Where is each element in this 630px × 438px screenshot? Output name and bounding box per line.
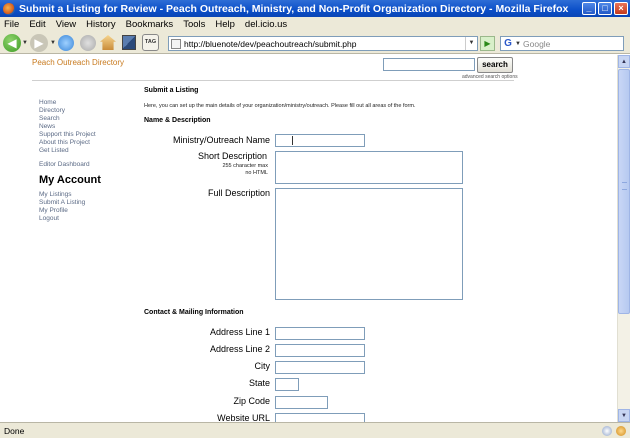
back-dropdown-icon[interactable]: ▼: [22, 40, 28, 46]
url-bar[interactable]: http://bluenote/dev/peachoutreach/submit…: [168, 36, 478, 51]
full-description-label: Full Description: [207, 188, 270, 198]
maximize-button[interactable]: □: [598, 2, 612, 15]
city-label: City: [254, 361, 271, 371]
reload-icon[interactable]: [58, 35, 74, 51]
section-contact-mailing: Contact & Mailing Information: [144, 309, 244, 316]
site-title-link[interactable]: Peach Outreach Directory: [32, 58, 124, 67]
address-line-1-input[interactable]: [275, 327, 365, 340]
address-line-1-label: Address Line 1: [209, 327, 270, 337]
scroll-down-icon[interactable]: ▼: [618, 409, 630, 422]
zip-code-label: Zip Code: [233, 396, 270, 406]
short-description-label: Short Description: [197, 151, 267, 161]
sidebar-item-logout[interactable]: Logout: [39, 215, 101, 223]
web-search-placeholder[interactable]: Google: [523, 39, 550, 49]
menu-edit[interactable]: Edit: [24, 19, 50, 30]
scrollbar-thumb[interactable]: [618, 69, 630, 314]
sidebar-item-search[interactable]: Search: [39, 115, 101, 123]
window-titlebar: Submit a Listing for Review - Peach Outr…: [0, 0, 630, 17]
window-title: Submit a Listing for Review - Peach Outr…: [19, 2, 569, 15]
zip-code-input[interactable]: [275, 396, 328, 409]
vertical-scrollbar[interactable]: ▲ ▼: [617, 55, 630, 422]
home-icon[interactable]: [100, 35, 116, 50]
address-line-2-label: Address Line 2: [209, 344, 270, 354]
sidebar-item-about[interactable]: About this Project: [39, 139, 101, 147]
name-label: Ministry/Outreach Name: [172, 135, 270, 145]
addon-status-icon[interactable]: [616, 425, 626, 436]
sidebar-nav: Home Directory Search News Support this …: [39, 99, 101, 223]
status-indicator-icon: [602, 425, 612, 436]
website-url-input[interactable]: [275, 413, 365, 422]
delicious-tag-icon[interactable]: TAG: [142, 34, 159, 51]
section-name-description: Name & Description: [144, 117, 211, 124]
sidebar-item-submit-listing[interactable]: Submit A Listing: [39, 199, 101, 207]
form-intro: Here, you can set up the main details of…: [144, 103, 416, 109]
search-button[interactable]: search: [477, 57, 513, 73]
short-description-note-max: 255 character max: [222, 163, 268, 169]
menu-bar: File Edit View History Bookmarks Tools H…: [0, 17, 630, 32]
sidebar-item-my-listings[interactable]: My Listings: [39, 191, 101, 199]
status-text: Done: [4, 425, 25, 436]
status-bar: Done: [0, 422, 630, 438]
address-line-2-input[interactable]: [275, 344, 365, 357]
sidebar-item-my-profile[interactable]: My Profile: [39, 207, 101, 215]
back-arrow-icon[interactable]: ◀: [3, 34, 21, 52]
url-dropdown-icon[interactable]: ▼: [465, 37, 477, 50]
sidebar-item-directory[interactable]: Directory: [39, 107, 101, 115]
close-button[interactable]: ×: [614, 2, 628, 15]
full-description-textarea[interactable]: [275, 188, 463, 300]
bookmark-manager-icon[interactable]: [122, 35, 136, 50]
stop-icon[interactable]: [80, 35, 96, 51]
text-cursor: [292, 136, 295, 145]
scroll-up-icon[interactable]: ▲: [618, 55, 630, 68]
menu-help[interactable]: Help: [210, 19, 240, 30]
url-text[interactable]: http://bluenote/dev/peachoutreach/submit…: [184, 39, 465, 49]
google-icon[interactable]: G: [501, 37, 515, 50]
forward-dropdown-icon[interactable]: ▼: [50, 40, 56, 46]
short-description-note-html: no HTML: [245, 170, 268, 176]
menu-view[interactable]: View: [51, 19, 81, 30]
menu-bookmarks[interactable]: Bookmarks: [121, 19, 179, 30]
go-button[interactable]: ▶: [480, 36, 495, 51]
header-divider: [32, 80, 514, 81]
minimize-button[interactable]: _: [582, 2, 596, 15]
page-icon: [171, 38, 181, 49]
web-search-box[interactable]: G ▼ Google: [500, 36, 624, 51]
my-account-heading: My Account: [39, 174, 101, 186]
state-label: State: [248, 378, 270, 388]
name-input[interactable]: [275, 134, 365, 147]
page-content: Peach Outreach Directory search advanced…: [0, 55, 617, 422]
form-title: Submit a Listing: [144, 87, 199, 94]
sidebar-item-editor-dashboard[interactable]: Editor Dashboard: [39, 161, 101, 169]
search-engine-dropdown-icon[interactable]: ▼: [515, 41, 523, 47]
menu-file[interactable]: File: [0, 19, 24, 30]
city-input[interactable]: [275, 361, 365, 374]
forward-arrow-icon[interactable]: ▶: [30, 34, 48, 52]
website-url-label: Website URL: [217, 413, 270, 422]
firefox-icon: [3, 2, 15, 15]
menu-tools[interactable]: Tools: [178, 19, 210, 30]
sidebar-item-news[interactable]: News: [39, 123, 101, 131]
menu-delicious[interactable]: del.icio.us: [240, 19, 292, 30]
state-input[interactable]: [275, 378, 299, 391]
sidebar-item-get-listed[interactable]: Get Listed: [39, 147, 101, 155]
sidebar-item-home[interactable]: Home: [39, 99, 101, 107]
menu-history[interactable]: History: [81, 19, 121, 30]
sidebar-item-support[interactable]: Support this Project: [39, 131, 101, 139]
site-search-input[interactable]: [383, 58, 475, 71]
navigation-toolbar: ◀ ▼ ▶ ▼ TAG http://bluenote/dev/peachout…: [0, 32, 630, 54]
short-description-textarea[interactable]: [275, 151, 463, 184]
